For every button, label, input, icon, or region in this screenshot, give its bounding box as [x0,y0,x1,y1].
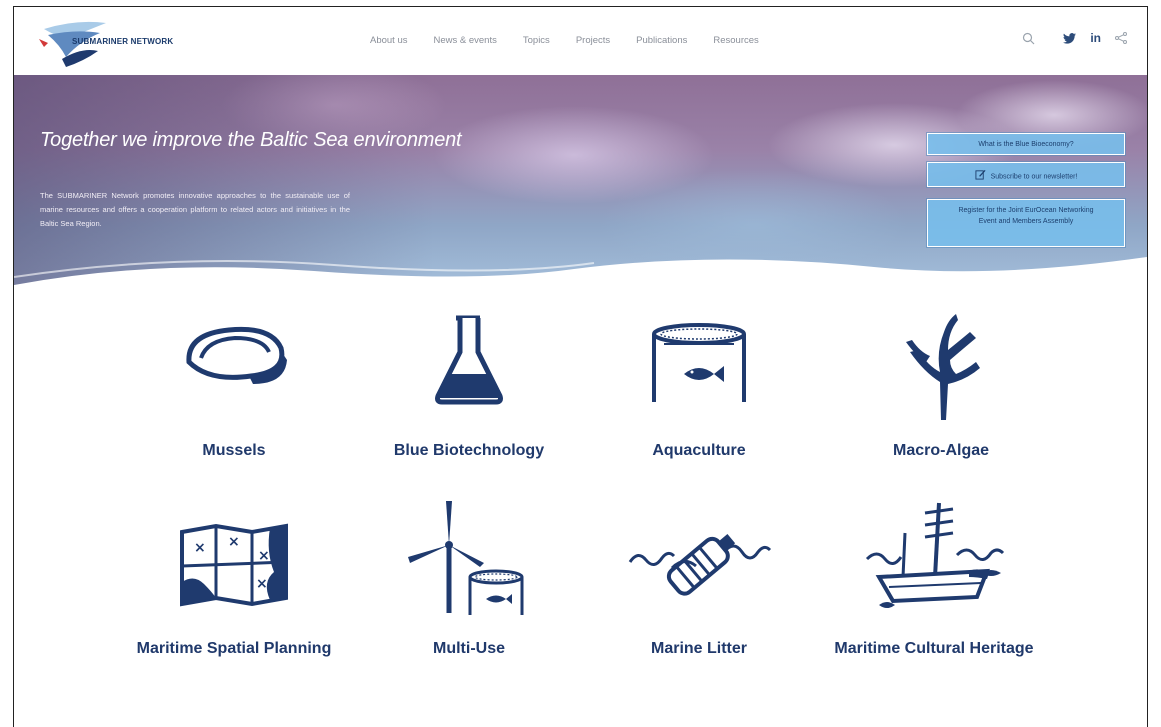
linkedin-icon[interactable]: in [1090,31,1101,45]
topic-label: Macro-Algae [892,442,990,459]
topic-maritime-cultural-heritage[interactable]: Maritime Cultural Heritage [829,497,1039,667]
browser-page: SUBMARINER NETWORK About us News & event… [13,6,1148,727]
topic-label: Aquaculture [652,442,746,459]
topic-label: Mussels [202,442,266,459]
nav-topics[interactable]: Topics [523,35,550,46]
shipwreck-icon [865,502,1005,608]
topic-marine-litter[interactable]: Marine Litter [594,522,804,672]
cta-label: Register for the Joint EurOcean Networki… [958,207,1094,225]
topic-label: Marine Litter [650,640,747,657]
svg-text:×: × [258,548,270,564]
subscribe-newsletter-button[interactable]: Subscribe to our newsletter! [927,162,1125,187]
edit-icon [975,169,986,184]
algae-icon [906,314,980,420]
nav-about-us[interactable]: About us [370,35,408,46]
topic-multi-use[interactable]: Multi-Use [364,497,574,667]
topic-aquaculture[interactable]: Aquaculture [594,312,804,462]
hero-title: Together we improve the Baltic Sea envir… [40,129,462,151]
bottle-waves-icon [628,533,772,596]
fish-cage-icon [652,323,746,402]
main-nav: About us News & events Topics Projects P… [370,35,759,46]
topic-macro-algae[interactable]: Macro-Algae [836,312,1046,462]
nav-resources[interactable]: Resources [713,35,758,46]
share-icon[interactable] [1115,32,1127,44]
nav-projects[interactable]: Projects [576,35,610,46]
header-icons: in [1022,31,1127,45]
register-event-button[interactable]: Register for the Joint EurOcean Networki… [927,199,1125,247]
mussel-icon [186,326,287,384]
nav-news-events[interactable]: News & events [434,35,497,46]
wind-turbine-icon [408,501,524,615]
svg-text:×: × [256,576,268,592]
topic-maritime-spatial-planning[interactable]: × × × × Maritime Spatial Planning [129,522,339,672]
twitter-icon[interactable] [1063,32,1077,44]
topic-label: Multi-Use [433,640,505,657]
site-header: SUBMARINER NETWORK About us News & event… [14,7,1147,75]
search-icon[interactable] [1022,32,1035,45]
hero-banner: Together we improve the Baltic Sea envir… [14,75,1147,290]
blue-bioeconomy-button[interactable]: What is the Blue Bioeconomy? [927,133,1125,155]
flask-icon [435,315,503,405]
logo-text: SUBMARINER NETWORK [72,37,174,46]
topic-label: Blue Biotechnology [393,442,545,459]
logo[interactable]: SUBMARINER NETWORK [36,17,173,67]
svg-text:×: × [228,534,240,550]
hero-description: The SUBMARINER Network promotes innovati… [40,191,350,228]
map-icon: × × × × [180,523,288,607]
topic-label: Maritime Cultural Heritage [834,640,1034,657]
topic-label: Maritime Spatial Planning [136,640,332,657]
nav-publications[interactable]: Publications [636,35,687,46]
topic-mussels[interactable]: Mussels [129,312,339,462]
cta-label: What is the Blue Bioeconomy? [978,141,1074,148]
cta-label: Subscribe to our newsletter! [990,173,1078,181]
svg-text:×: × [194,540,206,556]
hero-wave-divider [14,257,1147,290]
topic-blue-biotechnology[interactable]: Blue Biotechnology [364,312,574,462]
